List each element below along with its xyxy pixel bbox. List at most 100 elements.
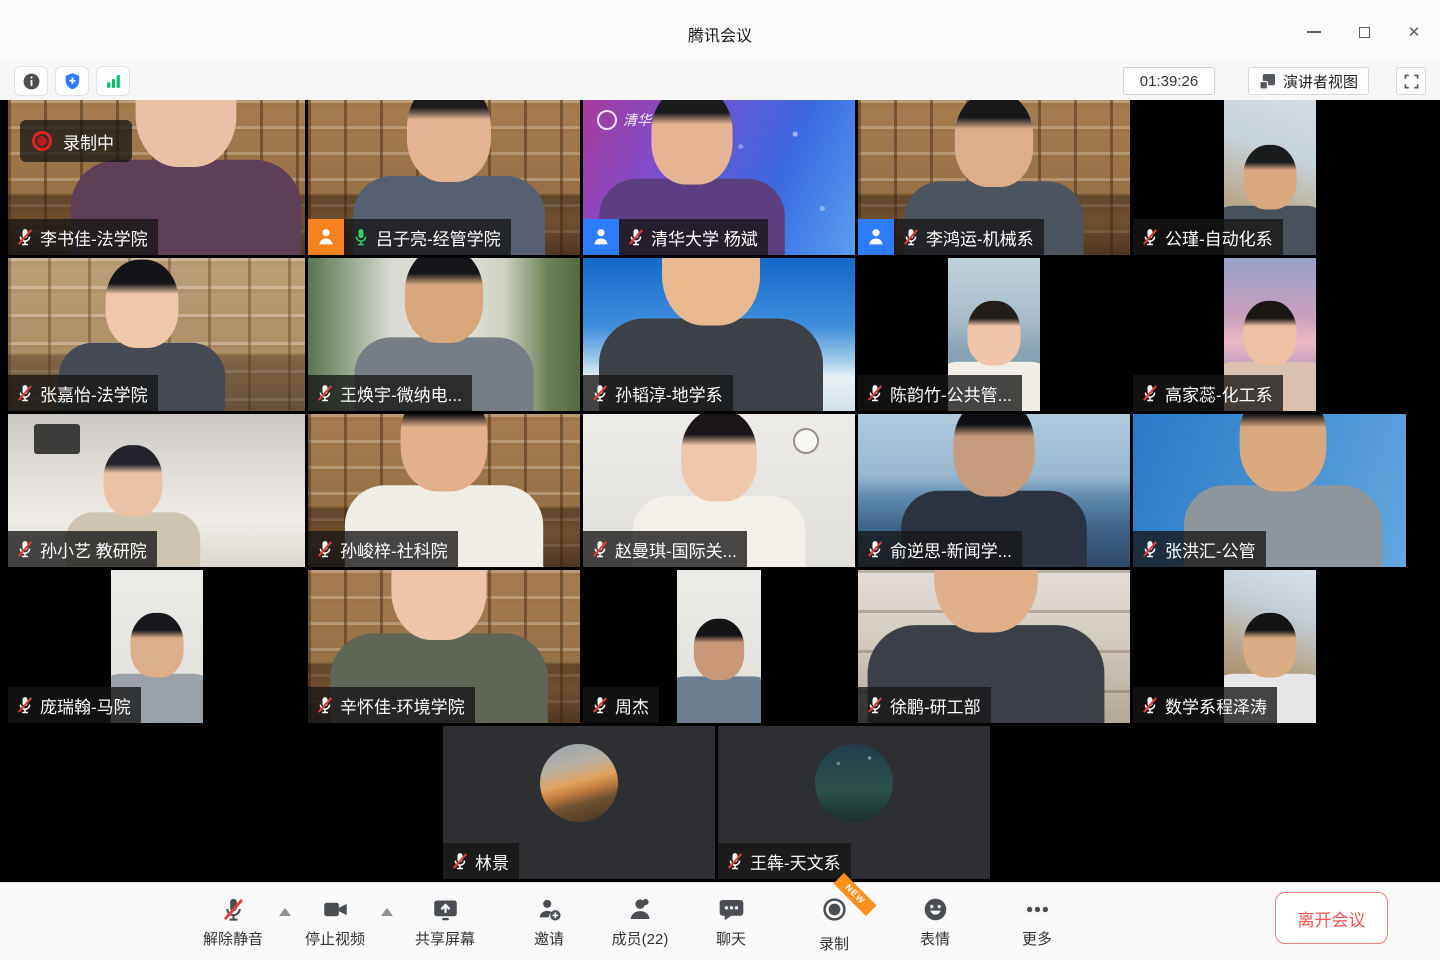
window-title: 腾讯会议: [0, 22, 1440, 46]
participant-nameplate: 公瑾-自动化系: [1133, 219, 1283, 255]
record-icon-wrap: NEW: [820, 896, 847, 928]
role-badge-blue-icon: [583, 219, 619, 255]
signal-icon: [104, 72, 123, 91]
video-tile[interactable]: 高家蕊-化工系: [1133, 258, 1406, 411]
mic-muted-icon: [590, 383, 610, 403]
maximize-icon: [1359, 27, 1370, 38]
video-tile[interactable]: 俞逆思-新闻学...: [858, 414, 1130, 567]
video-tile[interactable]: 王焕宇-微纳电...: [308, 258, 580, 411]
window-titlebar: 腾讯会议 ✕: [0, 0, 1440, 62]
more-label: 更多: [1022, 928, 1052, 949]
participant-name: 张嘉怡-法学院: [40, 381, 148, 406]
participant-name: 吕子亮-经管学院: [376, 225, 501, 250]
video-tile[interactable]: 张洪汇-公管: [1133, 414, 1406, 567]
video-tile[interactable]: 数学系程泽涛: [1133, 570, 1406, 723]
video-tile[interactable]: 孙峻梓-社科院: [308, 414, 580, 567]
mic-muted-icon: [315, 539, 335, 559]
participant-nameplate: 张洪汇-公管: [1133, 531, 1266, 567]
invite-label: 邀请: [534, 928, 564, 949]
video-tile[interactable]: 录制中 李书佳-法学院: [8, 100, 305, 255]
participant-nameplate: 赵曼琪-国际关...: [583, 531, 747, 567]
video-tile[interactable]: 林景: [443, 726, 715, 879]
video-tile[interactable]: 庞瑞翰-马院: [8, 570, 305, 723]
video-tile[interactable]: 清华大学 清华大学 杨斌: [583, 100, 855, 255]
participant-nameplate: 庞瑞翰-马院: [8, 687, 141, 723]
chat-button[interactable]: 聊天: [716, 896, 746, 949]
stop-video-button[interactable]: 停止视频: [305, 896, 365, 949]
mic-muted-icon: [1140, 539, 1160, 559]
mic-options-caret[interactable]: [279, 908, 291, 916]
participant-name: 孙峻梓-社科院: [340, 537, 448, 562]
participant-name: 李鸿运-机械系: [926, 225, 1034, 250]
video-tile[interactable]: 王犇-天文系: [718, 726, 990, 879]
unmute-label: 解除静音: [203, 928, 263, 949]
mic-muted-icon: [315, 695, 335, 715]
participant-nameplate: 辛怀佳-环境学院: [308, 687, 475, 723]
recording-status-badge: 录制中: [20, 120, 132, 162]
record-button[interactable]: NEW 录制: [819, 896, 849, 954]
participant-nameplate: 徐鹏-研工部: [858, 687, 991, 723]
participant-nameplate: 陈韵竹-公共管...: [858, 375, 1022, 411]
close-button[interactable]: ✕: [1404, 22, 1424, 42]
participant-name: 孙小艺 教研院: [40, 537, 147, 562]
video-tile[interactable]: 孙韬淳-地学系: [583, 258, 855, 411]
fullscreen-button[interactable]: [1396, 67, 1426, 95]
network-status-button[interactable]: [96, 66, 130, 96]
emoji-button[interactable]: 表情: [920, 896, 950, 949]
info-icon: [22, 72, 41, 91]
share-screen-button[interactable]: 共享屏幕: [415, 896, 475, 949]
participant-name: 赵曼琪-国际关...: [615, 537, 737, 562]
mic-muted-icon: [1140, 227, 1160, 247]
video-tile[interactable]: 张嘉怡-法学院: [8, 258, 305, 411]
participant-nameplate: 林景: [443, 843, 519, 879]
participant-nameplate: 王犇-天文系: [718, 843, 851, 879]
meeting-info-button[interactable]: [14, 66, 48, 96]
maximize-button[interactable]: [1354, 22, 1374, 42]
video-options-caret[interactable]: [381, 908, 393, 916]
mic-muted-icon: [1140, 695, 1160, 715]
invite-button[interactable]: 邀请: [534, 896, 564, 949]
leave-meeting-button[interactable]: 离开会议: [1275, 892, 1388, 944]
mic-muted-icon: [15, 539, 35, 559]
participant-nameplate: 孙韬淳-地学系: [583, 375, 733, 411]
participant-name: 数学系程泽涛: [1165, 693, 1267, 718]
mic-active-icon: [351, 227, 371, 247]
more-button[interactable]: 更多: [1022, 896, 1052, 949]
participant-nameplate: 俞逆思-新闻学...: [858, 531, 1022, 567]
participant-name: 张洪汇-公管: [1165, 537, 1256, 562]
mic-muted-icon: [15, 695, 35, 715]
video-tile[interactable]: 周杰: [583, 570, 855, 723]
participant-nameplate: 孙小艺 教研院: [8, 531, 157, 567]
video-grid: 录制中 李书佳-法学院 吕子亮-经管学院 清华大学: [0, 100, 1440, 882]
recording-label: 录制中: [63, 129, 114, 154]
mic-muted-icon: [450, 851, 470, 871]
speaker-view-button[interactable]: 演讲者视图: [1248, 67, 1369, 95]
video-tile[interactable]: 公瑾-自动化系: [1133, 100, 1406, 255]
video-tile[interactable]: 李鸿运-机械系: [858, 100, 1130, 255]
video-tile[interactable]: 吕子亮-经管学院: [308, 100, 580, 255]
members-button[interactable]: 成员(22): [612, 896, 669, 949]
video-tile[interactable]: 辛怀佳-环境学院: [308, 570, 580, 723]
mic-muted-icon: [590, 695, 610, 715]
meeting-toolbar: 解除静音 停止视频 共享屏幕 邀请 成员(22) 聊天 NEW: [0, 882, 1440, 960]
record-dot-icon: [32, 131, 52, 151]
video-tile[interactable]: 徐鹏-研工部: [858, 570, 1130, 723]
mic-muted-icon: [865, 383, 885, 403]
video-tile[interactable]: 孙小艺 教研院: [8, 414, 305, 567]
meeting-topbar: 01:39:26 演讲者视图: [0, 62, 1440, 100]
security-button[interactable]: [55, 66, 89, 96]
video-tile[interactable]: 赵曼琪-国际关...: [583, 414, 855, 567]
mic-muted-icon: [15, 227, 35, 247]
participant-nameplate: 李鸿运-机械系: [858, 219, 1044, 255]
mic-muted-icon: [219, 896, 246, 923]
members-icon: [627, 896, 654, 923]
participant-silhouette: [677, 619, 761, 723]
unmute-button[interactable]: 解除静音: [203, 896, 263, 949]
avatar: [815, 744, 893, 822]
video-tile[interactable]: 陈韵竹-公共管...: [858, 258, 1130, 411]
mic-muted-icon: [315, 383, 335, 403]
avatar: [540, 744, 618, 822]
participant-name: 孙韬淳-地学系: [615, 381, 723, 406]
minimize-button[interactable]: [1304, 22, 1324, 42]
participant-name: 李书佳-法学院: [40, 225, 148, 250]
